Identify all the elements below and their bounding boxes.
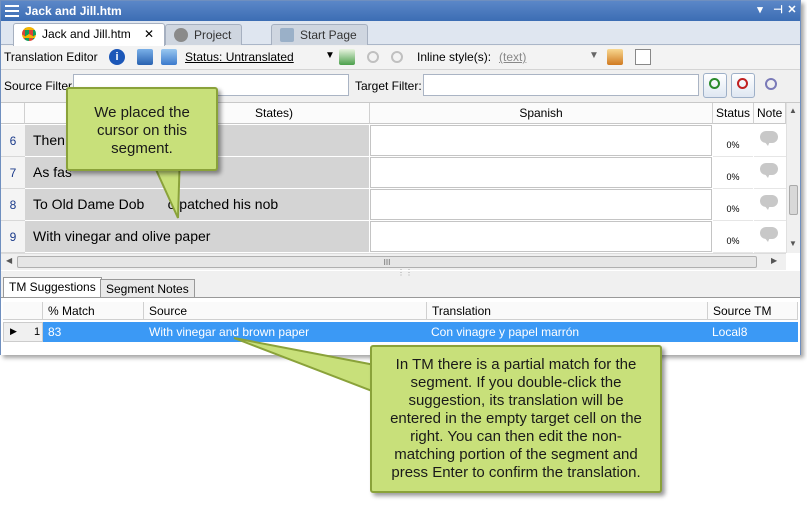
match-cell: 83 [48, 325, 62, 339]
tab-segment-notes[interactable]: Segment Notes [100, 279, 195, 297]
translation-cell: Con vinagre y papel marrón [431, 325, 580, 339]
vertical-scrollbar[interactable]: ▲ ▼ [786, 103, 800, 253]
title-bar[interactable]: Jack and Jill.htm ▾ ⊣ ✕ [1, 1, 800, 21]
scroll-down-icon[interactable]: ▼ [789, 239, 797, 248]
tm-suggestion-row[interactable]: 83 With vinegar and brown paper Con vina… [43, 322, 798, 342]
tag-left-icon[interactable] [367, 51, 379, 63]
row-number: 9 [1, 221, 25, 253]
target-column-header[interactable]: Spanish [370, 103, 713, 124]
pin-icon[interactable]: ⊣ [771, 3, 785, 17]
tm-callout-pointer [233, 337, 381, 396]
status-icon[interactable] [161, 49, 177, 65]
info-icon[interactable]: i [109, 49, 125, 65]
apply-filter-button[interactable] [703, 73, 727, 98]
tag-right-icon[interactable] [391, 51, 403, 63]
translation-column-header[interactable]: Translation [427, 302, 708, 320]
bottom-panel-tabs: TM Suggestions Segment Notes [1, 277, 800, 298]
editor-label: Translation Editor [4, 50, 98, 64]
notes-cell[interactable] [754, 189, 786, 221]
scroll-right-icon[interactable]: ▶ [771, 256, 777, 265]
clear-filter-button[interactable] [731, 73, 755, 98]
note-bubble-icon[interactable] [760, 227, 778, 242]
project-icon [174, 28, 188, 42]
advanced-search-icon[interactable] [765, 78, 777, 90]
match-column-header[interactable]: % Match [43, 302, 144, 320]
window-title: Jack and Jill.htm [25, 4, 122, 18]
note-bubble-icon[interactable] [760, 131, 778, 146]
tm-callout: In TM there is a partial match for the s… [370, 345, 662, 493]
inline-style-label: Inline style(s): [417, 50, 492, 64]
document-tabs: Jack and Jill.htm ✕ Project Start Page [1, 21, 800, 46]
chrome-icon [22, 27, 36, 41]
tm-row-header [3, 302, 43, 320]
tab-tm-suggestions[interactable]: TM Suggestions [3, 277, 102, 298]
h-scroll-thumb[interactable]: III [17, 256, 757, 268]
splitter-grip-icon[interactable]: ⋮⋮ [397, 268, 413, 277]
inline-style-value[interactable]: (text) [499, 50, 526, 64]
start-page-icon [280, 28, 294, 42]
tab-label: Start Page [300, 28, 357, 42]
search-clear-icon [737, 78, 748, 89]
tab-start-page[interactable]: Start Page [271, 24, 368, 45]
target-cell[interactable] [370, 125, 712, 156]
scroll-left-icon[interactable]: ◀ [6, 256, 12, 265]
target-filter-input[interactable] [423, 74, 699, 96]
status-cell: 0% [713, 221, 753, 253]
target-cell[interactable] [370, 189, 712, 220]
status-cell: 0% [713, 189, 753, 221]
row-number: 6 [1, 125, 25, 157]
notes-column-header[interactable]: Note [754, 103, 786, 124]
target-cell[interactable] [370, 221, 712, 252]
status-cell: 0% [713, 157, 753, 189]
note-bubble-icon[interactable] [760, 163, 778, 178]
target-filter-label: Target Filter: [355, 79, 422, 93]
source-tm-column-header[interactable]: Source TM [708, 302, 798, 320]
segment-row-current[interactable]: 9 With vinegar and olive paper 0% [1, 221, 786, 253]
tm-source-column-header[interactable]: Source [144, 302, 427, 320]
status-cell: 0% [713, 125, 753, 157]
preview-icon[interactable] [635, 49, 651, 65]
segment-row[interactable]: 8 To Old Dame Dob o patched his nob 0% [1, 189, 786, 221]
editor-window: Jack and Jill.htm ▾ ⊣ ✕ Jack and Jill.ht… [0, 0, 801, 355]
tm-row-number: 1 [34, 326, 41, 338]
dropdown-icon[interactable]: ▾ [753, 3, 767, 17]
row-number-header [1, 103, 25, 124]
notes-cell[interactable] [754, 157, 786, 189]
notes-cell[interactable] [754, 125, 786, 157]
notes-cell[interactable] [754, 221, 786, 253]
toolbar: Translation Editor i Status: Untranslate… [1, 46, 800, 70]
search-icon [709, 78, 720, 89]
source-tm-cell: Local8 [712, 325, 748, 339]
scroll-thumb[interactable] [789, 185, 798, 215]
apply-style-icon[interactable] [607, 49, 623, 65]
row-number: 8 [1, 189, 25, 221]
tm-row-indicator[interactable]: ▶ 1 [3, 322, 43, 342]
status-chevron-down-icon[interactable]: ▼ [325, 50, 335, 61]
tab-project[interactable]: Project [165, 24, 243, 45]
menu-icon[interactable] [5, 5, 19, 17]
source-filter-label: Source Filter: [4, 79, 76, 93]
add-icon[interactable] [339, 49, 355, 65]
row-number: 7 [1, 157, 25, 189]
current-row-arrow-icon: ▶ [10, 326, 17, 336]
status-column-header[interactable]: Status [713, 103, 754, 124]
tab-close-icon[interactable]: ✕ [144, 27, 154, 41]
tab-label: Jack and Jill.htm [42, 27, 131, 41]
tab-label: Project [194, 28, 232, 42]
close-icon[interactable]: ✕ [785, 3, 799, 17]
note-bubble-icon[interactable] [760, 195, 778, 210]
status-dropdown[interactable]: Status: Untranslated [185, 50, 294, 64]
target-cell[interactable] [370, 157, 712, 188]
export-icon[interactable] [137, 49, 153, 65]
cursor-callout: We placed the cursor on this segment. [66, 87, 218, 171]
scroll-up-icon[interactable]: ▲ [789, 106, 797, 115]
horizontal-scrollbar[interactable]: ◀ III ▶ [1, 253, 786, 270]
inline-chevron-down-icon[interactable]: ▼ [589, 50, 599, 61]
tab-jack-and-jill[interactable]: Jack and Jill.htm ✕ [13, 23, 166, 46]
